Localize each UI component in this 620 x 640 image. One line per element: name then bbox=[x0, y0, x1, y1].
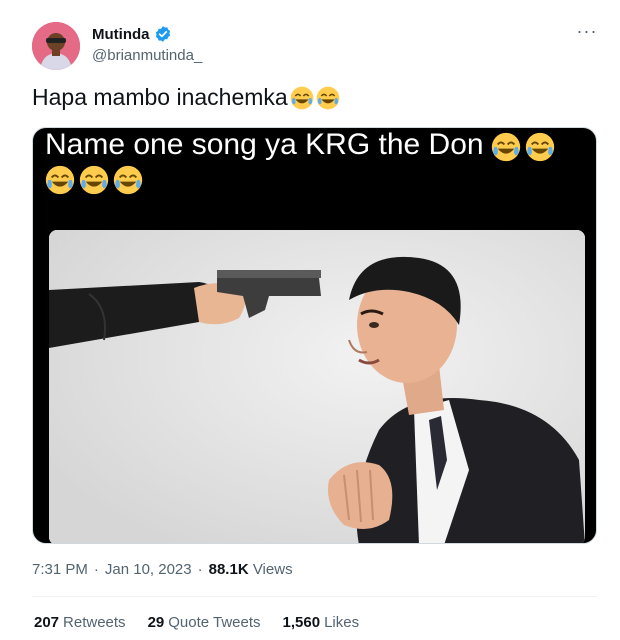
caption-emoji-row-1 bbox=[491, 132, 555, 162]
tweet-media-image[interactable]: Name one song ya KRG the Don bbox=[32, 127, 597, 544]
caption-emoji-row-2 bbox=[45, 165, 143, 195]
joy-emoji-icon bbox=[113, 165, 143, 195]
retweets-count: 207 bbox=[34, 614, 60, 631]
meta-separator: · bbox=[197, 561, 203, 578]
tweet-text: Hapa mambo inachemka bbox=[32, 84, 340, 111]
more-options-button[interactable]: ··· bbox=[573, 22, 601, 44]
quote-tweets-label: Quote Tweets bbox=[168, 614, 261, 631]
avatar[interactable] bbox=[32, 22, 80, 70]
engagement-stats: 207 Retweets 29 Quote Tweets 1,560 Likes bbox=[34, 614, 359, 631]
tweet-card: Mutinda @brianmutinda_ ··· Hapa mambo in… bbox=[0, 0, 620, 640]
author-handle[interactable]: @brianmutinda_ bbox=[92, 47, 202, 64]
joy-emoji-icon bbox=[316, 86, 340, 109]
quote-tweets-stat[interactable]: 29 Quote Tweets bbox=[148, 614, 261, 631]
tweet-text-body: Hapa mambo inachemka bbox=[32, 84, 288, 110]
views-label: Views bbox=[252, 561, 293, 578]
divider bbox=[32, 596, 597, 597]
tweet-time[interactable]: 7:31 PM bbox=[32, 561, 88, 578]
likes-label: Likes bbox=[324, 614, 360, 631]
likes-count: 1,560 bbox=[282, 614, 321, 631]
retweets-label: Retweets bbox=[63, 614, 126, 631]
tweet-date[interactable]: Jan 10, 2023 bbox=[105, 561, 192, 578]
joy-emoji-icon bbox=[290, 86, 314, 109]
meme-photo bbox=[49, 230, 585, 543]
quote-tweets-count: 29 bbox=[147, 614, 165, 631]
avatar-photo-icon bbox=[32, 22, 80, 70]
author-name-row: Mutinda bbox=[92, 25, 172, 43]
views-count: 88.1K bbox=[208, 561, 249, 578]
joy-emoji-icon bbox=[45, 165, 75, 195]
joy-emoji-icon bbox=[525, 132, 555, 162]
retweets-stat[interactable]: 207 Retweets bbox=[34, 614, 126, 631]
tweet-meta: 7:31 PM · Jan 10, 2023 · 88.1K Views bbox=[32, 561, 293, 578]
meme-illustration bbox=[49, 230, 585, 543]
joy-emoji-icon bbox=[79, 165, 109, 195]
display-name[interactable]: Mutinda bbox=[92, 26, 150, 43]
joy-emoji-icon bbox=[491, 132, 521, 162]
meta-separator: · bbox=[93, 561, 99, 578]
media-caption: Name one song ya KRG the Don bbox=[45, 128, 484, 161]
verified-badge-icon bbox=[155, 26, 170, 42]
likes-stat[interactable]: 1,560 Likes bbox=[283, 614, 360, 631]
